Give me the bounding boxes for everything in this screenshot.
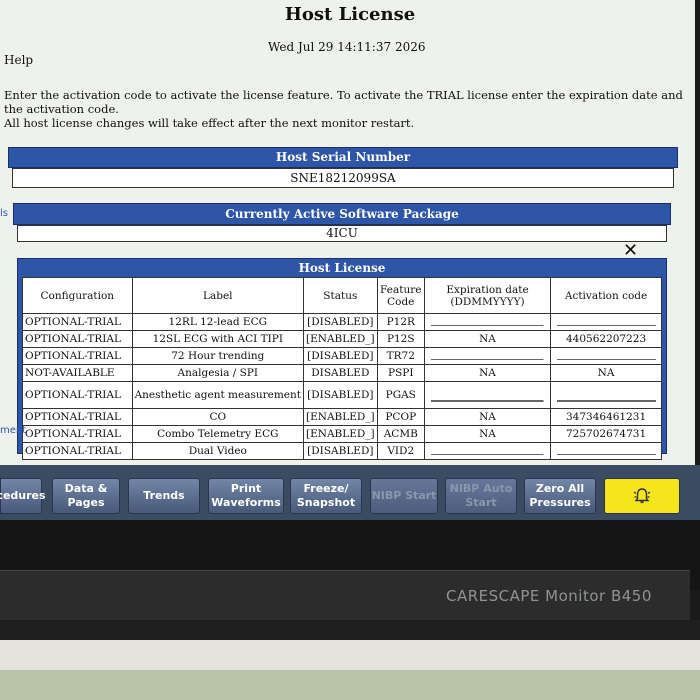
cell-code: P12S (376, 330, 425, 348)
datetime-display: Wed Jul 29 14:11:37 2026 (268, 40, 426, 54)
cell-activation[interactable]: 347346461231 (550, 408, 662, 426)
table-row[interactable]: OPTIONAL-TRIAL CO [ENABLED_] PCOP NA 34734646… (22, 408, 662, 426)
cell-expiration[interactable] (423, 442, 552, 460)
instruction-line: the activation code. (4, 102, 119, 116)
zero-all-pressures-button[interactable]: Zero All Pressures (524, 478, 596, 514)
cell-label: Dual Video (131, 442, 305, 460)
cell-status: [DISABLED] (303, 381, 378, 409)
cell-activation[interactable]: NA (550, 364, 662, 382)
cell-status: [DISABLED] (303, 313, 378, 331)
cell-configuration: OPTIONAL-TRIAL (22, 330, 133, 348)
cell-activation[interactable] (550, 313, 662, 331)
cell-code: TR72 (376, 347, 425, 365)
table-row[interactable]: OPTIONAL-TRIAL 12RL 12-lead ECG [DISABLED]… (22, 313, 662, 331)
cell-activation[interactable]: 725702674731 (550, 425, 662, 443)
license-table: Configuration Label Status Feature Code … (22, 277, 662, 460)
software-heading: Currently Active Software Package (13, 203, 671, 225)
cell-expiration[interactable] (423, 347, 552, 365)
nibp-start-button[interactable]: NIBP Start (370, 478, 438, 514)
instructions: Enter the activation code to activate th… (4, 88, 684, 130)
column-header: Activation code (550, 277, 662, 314)
table-row[interactable]: OPTIONAL-TRIAL Anesthetic agent measureme… (22, 381, 662, 409)
table-row[interactable]: OPTIONAL-TRIAL 12SL ECG with ACI TIPI [ENA… (22, 330, 662, 348)
background-surface (0, 670, 700, 700)
cell-expiration[interactable] (423, 313, 552, 331)
cell-configuration: OPTIONAL-TRIAL (22, 425, 133, 443)
cell-label: Anesthetic agent measurement (131, 381, 305, 409)
data-pages-button[interactable]: Data & Pages (52, 478, 120, 514)
table-row[interactable]: OPTIONAL-TRIAL 72 Hour trending [DISABLED]… (22, 347, 662, 365)
print-waveforms-button[interactable]: Print Waveforms (208, 478, 284, 514)
brand-label: CARESCAPE Monitor B450 (446, 587, 652, 605)
cell-activation[interactable]: 440562207223 (550, 330, 662, 348)
cell-configuration: OPTIONAL-TRIAL (22, 347, 133, 365)
column-header: Label (131, 277, 305, 314)
serial-value: SNE18212099SA (12, 168, 674, 188)
cell-label: Combo Telemetry ECG (131, 425, 305, 443)
cell-activation[interactable] (550, 381, 662, 409)
cell-label: 72 Hour trending (131, 347, 305, 365)
cell-code: PSPI (376, 364, 425, 382)
cell-configuration: OPTIONAL-TRIAL (22, 408, 133, 426)
cell-activation[interactable] (550, 347, 662, 365)
monitor-base (0, 640, 700, 670)
cell-status: [ENABLED_] (303, 425, 378, 443)
cell-expiration[interactable]: NA (423, 408, 552, 426)
cell-label: Analgesia / SPI (131, 364, 305, 382)
page-title: Host License (284, 4, 416, 25)
cell-code: VID2 (376, 442, 425, 460)
edge-label-top: ls (0, 208, 8, 219)
license-table-title: Host License (298, 261, 386, 275)
cell-configuration: NOT-AVAILABLE (22, 364, 133, 382)
cell-code: P12R (376, 313, 425, 331)
column-header: Configuration (22, 277, 133, 314)
cell-expiration[interactable]: NA (423, 364, 552, 382)
instruction-line: Enter the activation code to activate th… (4, 88, 683, 102)
cell-status: [DISABLED] (303, 442, 378, 460)
cell-status: DISABLED (303, 364, 378, 382)
cell-status: [ENABLED_] (303, 330, 378, 348)
software-value: 4ICU (17, 225, 667, 242)
help-link[interactable]: Help (4, 53, 33, 67)
cell-code: PCOP (376, 408, 425, 426)
cell-activation[interactable] (550, 442, 662, 460)
table-row[interactable]: OPTIONAL-TRIAL Combo Telemetry ECG [ENABLE… (22, 425, 662, 443)
serial-heading: Host Serial Number (8, 147, 678, 168)
instruction-line: All host license changes will take effec… (4, 116, 415, 130)
nibp-auto-start-button[interactable]: NIBP Auto Start (445, 478, 517, 514)
column-header: Status (303, 277, 378, 314)
license-panel: Host License Configuration Label Status … (17, 258, 667, 460)
monitor-screen: Host License Wed Jul 29 14:11:37 2026 He… (0, 0, 695, 465)
trends-button[interactable]: Trends (128, 478, 200, 514)
edge-label-bottom: ment (0, 425, 27, 436)
cell-label: CO (131, 408, 305, 426)
cell-expiration[interactable]: NA (423, 425, 552, 443)
cell-status: [DISABLED] (303, 347, 378, 365)
freeze-snapshot-button[interactable]: Freeze/ Snapshot (290, 478, 362, 514)
table-header-row: Configuration Label Status Feature Code … (22, 277, 662, 314)
cell-code: PGAS (376, 381, 425, 409)
cell-configuration: OPTIONAL-TRIAL (22, 313, 133, 331)
table-row[interactable]: OPTIONAL-TRIAL Dual Video [DISABLED] VID2 (22, 442, 662, 460)
cell-configuration: OPTIONAL-TRIAL (22, 442, 133, 460)
column-header: Feature Code (376, 277, 425, 314)
cell-configuration: OPTIONAL-TRIAL (22, 381, 133, 409)
column-header: Expiration date (DDMMYYYY) (423, 277, 552, 314)
cell-code: ACMB (376, 425, 425, 443)
cell-status: [ENABLED_] (303, 408, 378, 426)
procedures-button[interactable]: cedures (0, 478, 46, 514)
cell-label: 12RL 12-lead ECG (131, 313, 305, 331)
cell-label: 12SL ECG with ACI TIPI (131, 330, 305, 348)
cell-expiration[interactable] (423, 381, 552, 409)
alarm-button[interactable] (604, 478, 680, 514)
cell-expiration[interactable]: NA (423, 330, 552, 348)
bell-icon (633, 488, 651, 504)
table-row[interactable]: NOT-AVAILABLE Analgesia / SPI DISABLED PSPI… (22, 364, 662, 382)
